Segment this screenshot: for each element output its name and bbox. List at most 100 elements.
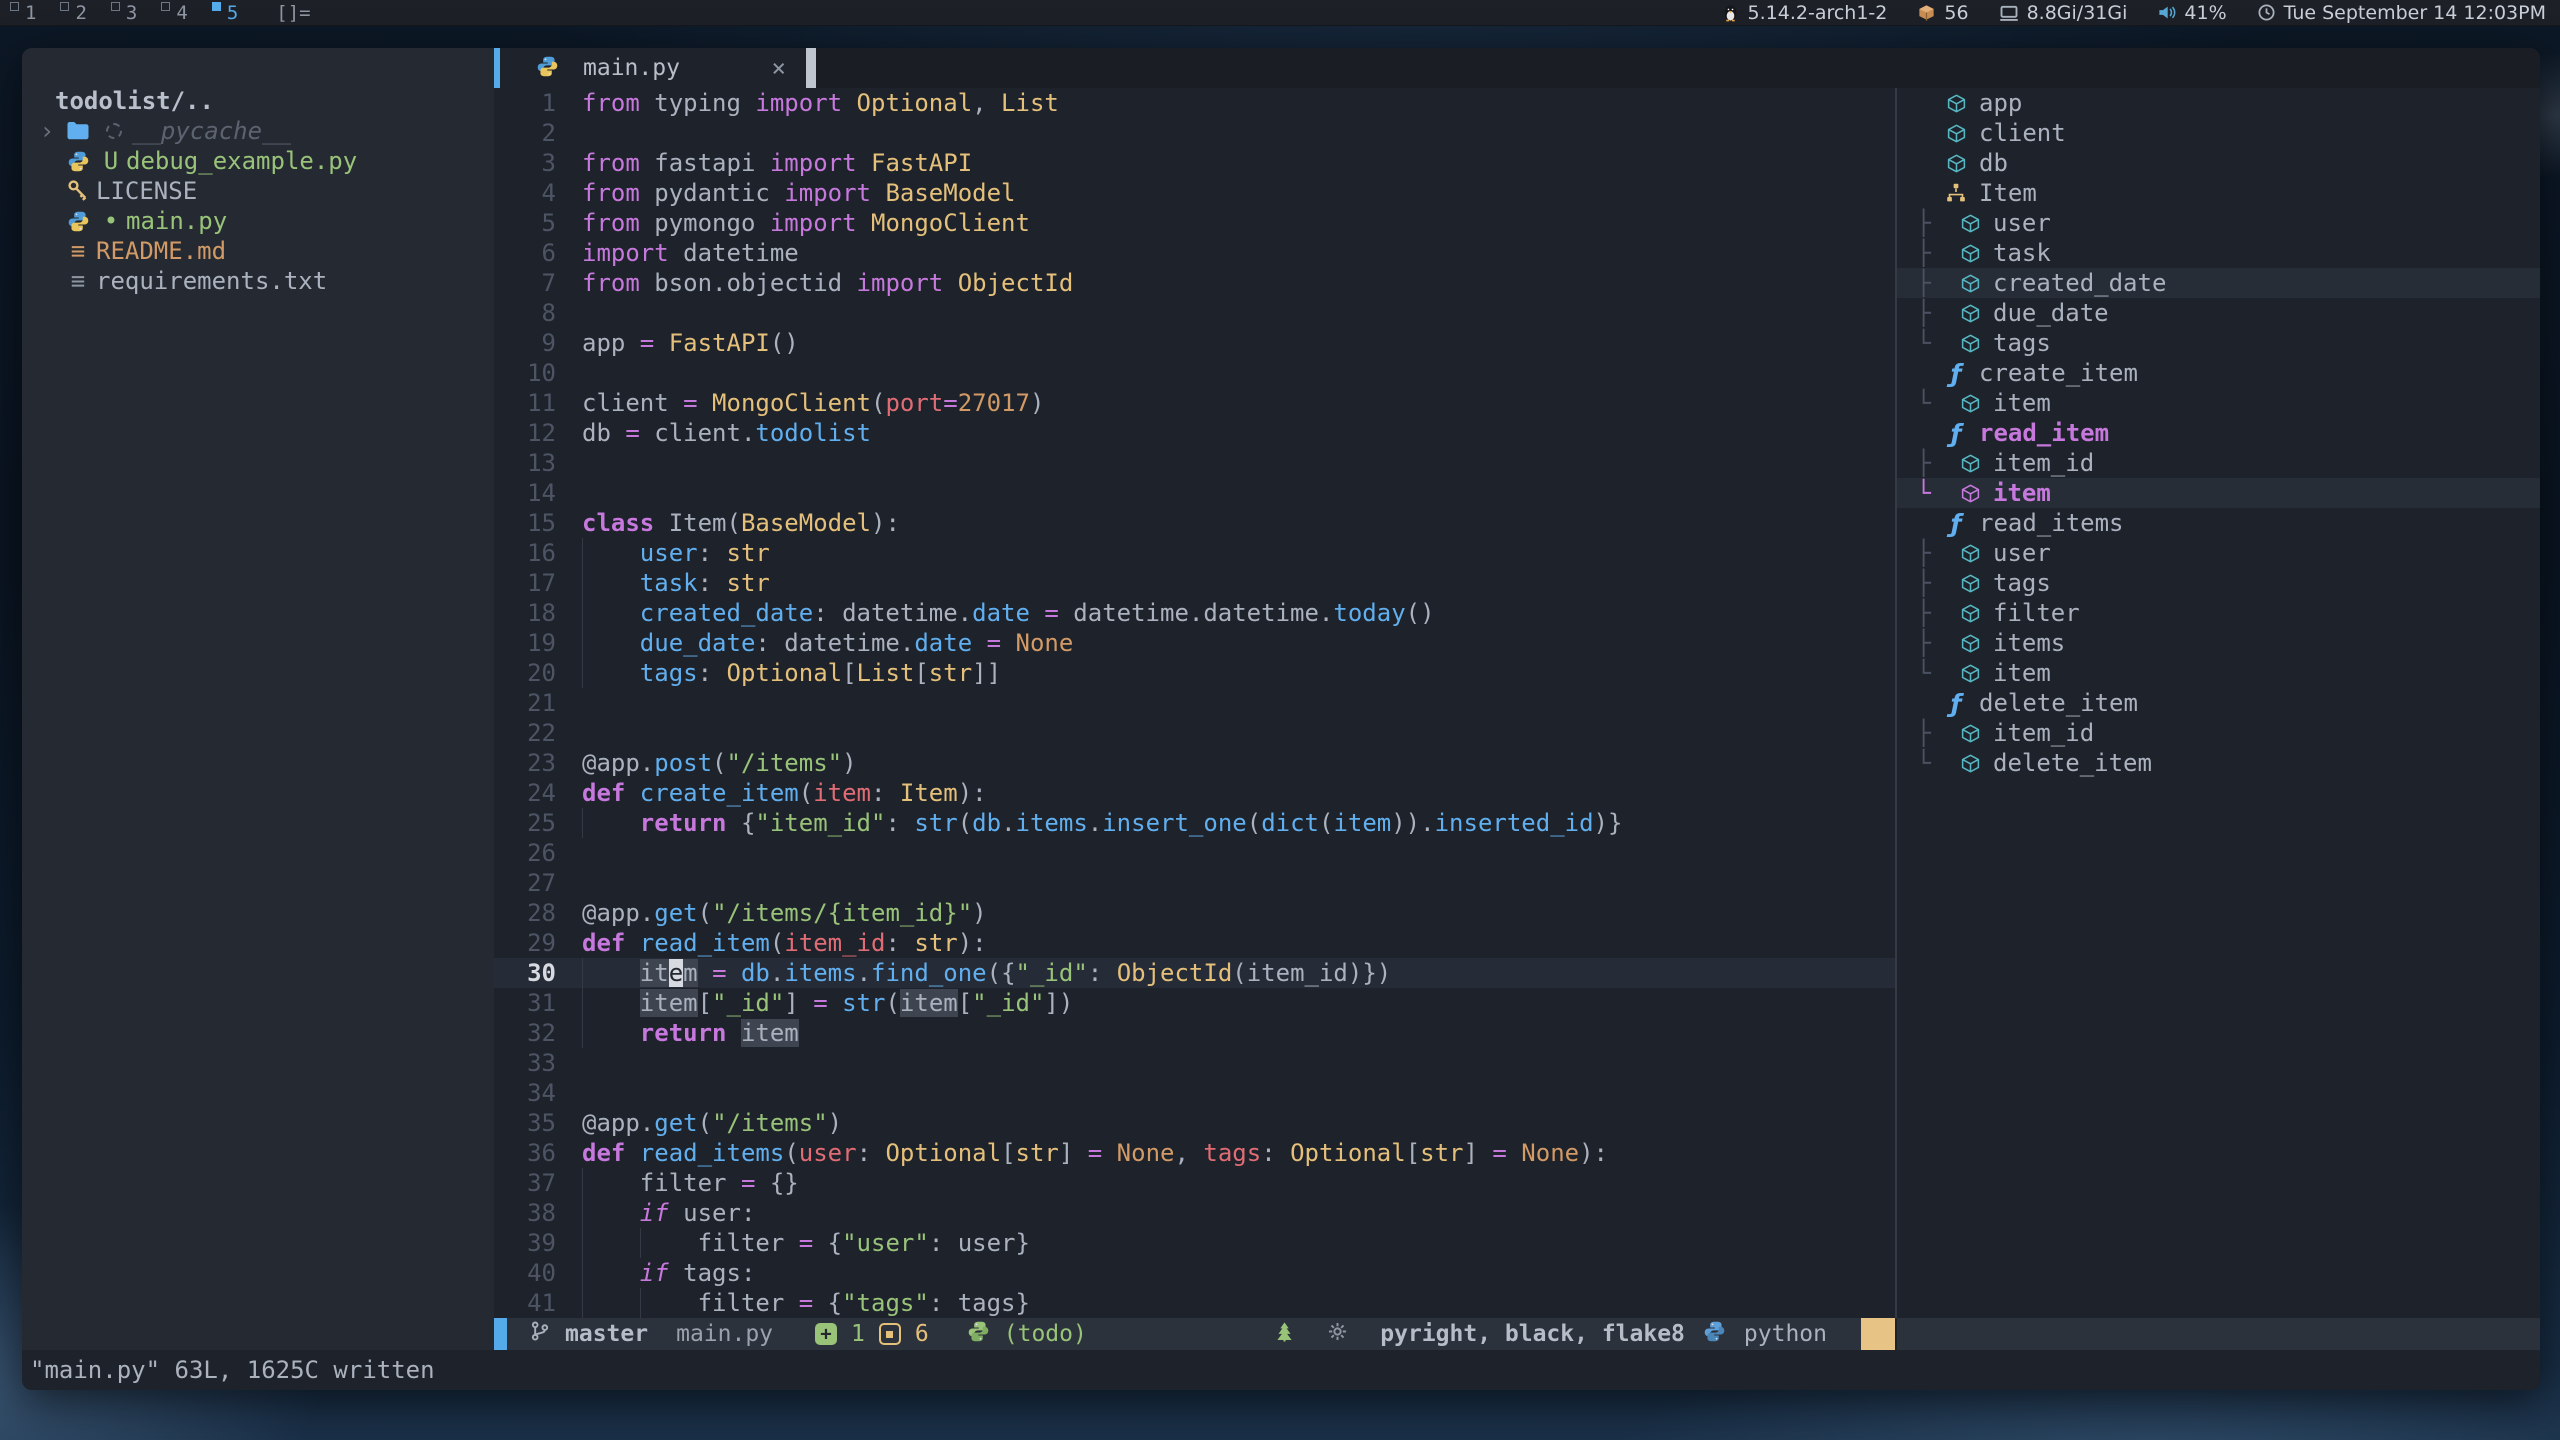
code-line-2[interactable]: 2	[494, 118, 1895, 148]
code-line-4[interactable]: 4from pydantic import BaseModel	[494, 178, 1895, 208]
outline-label: tags	[1989, 329, 2051, 357]
outline-label: item_id	[1989, 719, 2094, 747]
code-line-12[interactable]: 12db = client.todolist	[494, 418, 1895, 448]
code-line-33[interactable]: 33	[494, 1048, 1895, 1078]
outline-item-Item[interactable]: Item	[1897, 178, 2540, 208]
chevron-right-icon[interactable]: ›	[34, 117, 60, 145]
outline-item-item[interactable]: └item	[1897, 478, 2540, 508]
code-editor[interactable]: 1from typing import Optional, List23from…	[494, 88, 1895, 1318]
code-token: db	[741, 959, 770, 987]
code-line-29[interactable]: 29def read_item(item_id: str):	[494, 928, 1895, 958]
code-line-24[interactable]: 24def create_item(item: Item):	[494, 778, 1895, 808]
outline-item-created_date[interactable]: ├created_date	[1897, 268, 2540, 298]
code-token: import	[582, 239, 669, 267]
code-line-7[interactable]: 7from bson.objectid import ObjectId	[494, 268, 1895, 298]
code-line-36[interactable]: 36def read_items(user: Optional[str] = N…	[494, 1138, 1895, 1168]
code-line-20[interactable]: 20tags: Optional[List[str]]	[494, 658, 1895, 688]
outline-item-item_id[interactable]: ├item_id	[1897, 448, 2540, 478]
code-line-41[interactable]: 41filter = {"tags": tags}	[494, 1288, 1895, 1318]
outline-item-db[interactable]: db	[1897, 148, 2540, 178]
code-line-11[interactable]: 11client = MongoClient(port=27017)	[494, 388, 1895, 418]
outline-item-due_date[interactable]: ├due_date	[1897, 298, 2540, 328]
code-line-1[interactable]: 1from typing import Optional, List	[494, 88, 1895, 118]
code-line-18[interactable]: 18created_date: datetime.date = datetime…	[494, 598, 1895, 628]
outline-item-filter[interactable]: ├filter	[1897, 598, 2540, 628]
code-token: tags	[640, 659, 698, 687]
code-line-19[interactable]: 19due_date: datetime.date = None	[494, 628, 1895, 658]
file-name: LICENSE	[96, 177, 197, 205]
code-line-31[interactable]: 31item["_id"] = str(item["_id"])	[494, 988, 1895, 1018]
code-line-14[interactable]: 14	[494, 478, 1895, 508]
code-line-17[interactable]: 17task: str	[494, 568, 1895, 598]
outline-item-task[interactable]: ├task	[1897, 238, 2540, 268]
workspace-3[interactable]: 3	[111, 0, 137, 26]
code-token: (	[770, 929, 784, 957]
outline-item-read_item[interactable]: ƒread_item	[1897, 418, 2540, 448]
code-line-8[interactable]: 8	[494, 298, 1895, 328]
line-number: 12	[494, 418, 556, 448]
outline-label: items	[1989, 629, 2065, 657]
workspace-2[interactable]: 2	[60, 0, 86, 26]
tree-item-LICENSE[interactable]: LICENSE	[22, 176, 494, 206]
tree-item-__pycache__[interactable]: ›__pycache__	[22, 116, 494, 146]
code-line-37[interactable]: 37filter = {}	[494, 1168, 1895, 1198]
code-line-23[interactable]: 23@app.post("/items")	[494, 748, 1895, 778]
outline-item-tags[interactable]: ├tags	[1897, 568, 2540, 598]
workspace-4[interactable]: 4	[161, 0, 187, 26]
code-line-3[interactable]: 3from fastapi import FastAPI	[494, 148, 1895, 178]
code-line-40[interactable]: 40if tags:	[494, 1258, 1895, 1288]
outline-item-tags[interactable]: └tags	[1897, 328, 2540, 358]
tree-item-requirements.txt[interactable]: ≡requirements.txt	[22, 266, 494, 296]
tree-item-README.md[interactable]: ≡README.md	[22, 236, 494, 266]
code-line-34[interactable]: 34	[494, 1078, 1895, 1108]
tree-item-debug_example.py[interactable]: Udebug_example.py	[22, 146, 494, 176]
code-line-39[interactable]: 39filter = {"user": user}	[494, 1228, 1895, 1258]
code-line-30[interactable]: 30item = db.items.find_one({"_id": Objec…	[494, 958, 1895, 988]
code-line-13[interactable]: 13	[494, 448, 1895, 478]
outline-item-item[interactable]: └item	[1897, 388, 2540, 418]
code-line-26[interactable]: 26	[494, 838, 1895, 868]
outline-item-items[interactable]: ├ items	[1897, 628, 2540, 658]
outline-item-user[interactable]: ├user	[1897, 208, 2540, 238]
outline-item-user[interactable]: ├user	[1897, 538, 2540, 568]
diff-modified-count: 6	[915, 1321, 929, 1347]
outline-item-client[interactable]: client	[1897, 118, 2540, 148]
tree-connector: └	[1897, 389, 1937, 417]
status-text: 5.14.2-arch1-2	[1748, 2, 1888, 24]
status-item: Tue September 14 12:03PM	[2257, 2, 2546, 24]
code-line-27[interactable]: 27	[494, 868, 1895, 898]
outline-item-create_item[interactable]: ƒcreate_item	[1897, 358, 2540, 388]
file-tree-root[interactable]: todolist/..	[22, 86, 494, 116]
code-token: :	[885, 809, 914, 837]
code-token: ]	[784, 989, 813, 1017]
cube-icon	[1951, 633, 1989, 654]
outline-item-read_items[interactable]: ƒread_items	[1897, 508, 2540, 538]
code-line-6[interactable]: 6import datetime	[494, 238, 1895, 268]
workspace-1[interactable]: 1	[10, 0, 36, 26]
code-line-25[interactable]: 25return {"item_id": str(db.items.insert…	[494, 808, 1895, 838]
indent-guide	[582, 1168, 640, 1198]
code-line-22[interactable]: 22	[494, 718, 1895, 748]
outline-item-delete_item[interactable]: ƒdelete_item	[1897, 688, 2540, 718]
code-line-9[interactable]: 9app = FastAPI()	[494, 328, 1895, 358]
workspace-5[interactable]: 5	[212, 0, 238, 26]
status-item: 8.8Gi/31Gi	[1999, 2, 2128, 24]
tree-connector: ├	[1897, 629, 1937, 657]
code-line-28[interactable]: 28@app.get("/items/{item_id}")	[494, 898, 1895, 928]
code-line-16[interactable]: 16user: str	[494, 538, 1895, 568]
code-line-32[interactable]: 32return item	[494, 1018, 1895, 1048]
code-line-10[interactable]: 10	[494, 358, 1895, 388]
close-icon[interactable]: ×	[772, 54, 786, 82]
tab-main-py[interactable]: main.py ×	[500, 48, 806, 88]
code-line-21[interactable]: 21	[494, 688, 1895, 718]
code-line-5[interactable]: 5from pymongo import MongoClient	[494, 208, 1895, 238]
outline-item-delete_item[interactable]: └delete_item	[1897, 748, 2540, 778]
code-token: None	[1102, 1139, 1174, 1167]
outline-item-app[interactable]: app	[1897, 88, 2540, 118]
code-line-15[interactable]: 15class Item(BaseModel):	[494, 508, 1895, 538]
outline-item-item_id[interactable]: ├item_id	[1897, 718, 2540, 748]
tree-item-main.py[interactable]: •main.py	[22, 206, 494, 236]
outline-item-item[interactable]: └item	[1897, 658, 2540, 688]
code-line-35[interactable]: 35@app.get("/items")	[494, 1108, 1895, 1138]
code-line-38[interactable]: 38if user:	[494, 1198, 1895, 1228]
